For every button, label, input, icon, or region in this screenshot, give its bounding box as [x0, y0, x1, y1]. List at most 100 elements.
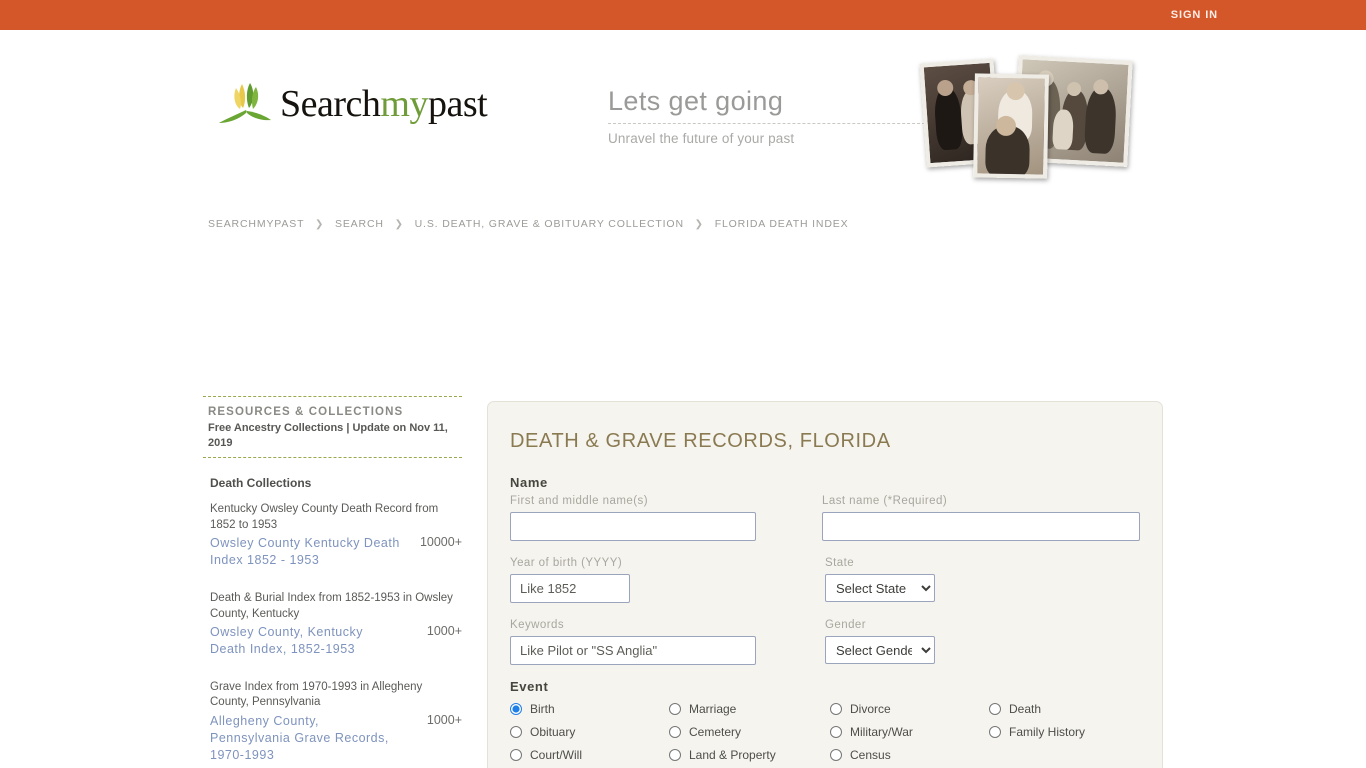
- event-option-death[interactable]: Death: [989, 702, 1140, 716]
- sidebar-category-title: Death Collections: [210, 475, 312, 490]
- event-radio-cemetery[interactable]: [669, 726, 681, 738]
- year-of-birth-group: Year of birth (YYYY): [510, 557, 825, 603]
- header-tagline: Lets get going Unravel the future of you…: [608, 86, 950, 146]
- sidebar-subtitle: Free Ancestry Collections | Update on No…: [208, 422, 448, 449]
- breadcrumb: SEARCHMYPAST ❯ SEARCH ❯ U.S. DEATH, GRAV…: [208, 218, 849, 230]
- top-utility-bar: SIGN IN: [0, 0, 1366, 30]
- event-option-cemetery[interactable]: Cemetery: [669, 725, 830, 739]
- year-of-birth-input[interactable]: [510, 574, 630, 603]
- collection-link[interactable]: Allegheny County, Pennsylvania Grave Rec…: [210, 713, 400, 763]
- logo-word-my: my: [380, 83, 428, 125]
- sidebar: RESOURCES & COLLECTIONS Free Ancestry Co…: [203, 396, 462, 768]
- event-option-family-history[interactable]: Family History: [989, 725, 1140, 739]
- keywords-gender-row: Keywords Gender Select Gender: [510, 619, 1140, 665]
- collection-link-row: Allegheny County, Pennsylvania Grave Rec…: [210, 713, 462, 763]
- event-label: Family History: [1009, 725, 1086, 739]
- breadcrumb-item-search[interactable]: SEARCH: [335, 218, 384, 230]
- event-option-land-property[interactable]: Land & Property: [669, 748, 830, 762]
- collection-link[interactable]: Owsley County, Kentucky Death Index, 185…: [210, 624, 400, 657]
- logo-word-past: past: [427, 83, 488, 125]
- event-radio-military-war[interactable]: [830, 726, 842, 738]
- event-radio-family-history[interactable]: [989, 726, 1001, 738]
- last-name-label: Last name (*Required): [822, 495, 948, 507]
- last-name-input[interactable]: [822, 512, 1140, 541]
- event-radio-census[interactable]: [830, 749, 842, 761]
- event-radio-obituary[interactable]: [510, 726, 522, 738]
- gender-label: Gender: [825, 619, 867, 631]
- search-form-panel: DEATH & GRAVE RECORDS, FLORIDA Name Firs…: [487, 401, 1163, 768]
- state-label: State: [825, 557, 855, 569]
- event-label: Marriage: [689, 702, 737, 716]
- event-label: Divorce: [850, 702, 891, 716]
- event-section: Event Birth Marriage Divorce Death Obitu…: [510, 679, 1140, 762]
- list-item: Kentucky Owsley County Death Record from…: [210, 502, 462, 569]
- event-label: Cemetery: [689, 725, 742, 739]
- event-option-birth[interactable]: Birth: [510, 702, 669, 716]
- event-option-court-will[interactable]: Court/Will: [510, 748, 669, 762]
- gender-group: Gender Select Gender: [825, 619, 1140, 665]
- year-of-birth-label: Year of birth (YYYY): [510, 557, 623, 569]
- first-name-input[interactable]: [510, 512, 756, 541]
- event-radio-death[interactable]: [989, 703, 1001, 715]
- tagline-headline: Lets get going: [608, 86, 950, 124]
- breadcrumb-item-home[interactable]: SEARCHMYPAST: [208, 218, 304, 230]
- event-radio-birth[interactable]: [510, 703, 522, 715]
- collection-link-row: Owsley County, Kentucky Death Index, 185…: [210, 624, 462, 657]
- collection-description: Death & Burial Index from 1852-1953 in O…: [210, 591, 453, 620]
- breadcrumb-separator-icon: ❯: [394, 219, 404, 230]
- collection-record-count: 10000+: [419, 535, 462, 550]
- last-name-group: Last name (*Required): [822, 495, 1140, 541]
- event-radio-divorce[interactable]: [830, 703, 842, 715]
- collection-record-count: 1000+: [426, 624, 462, 639]
- site-logo[interactable]: Searchmypast: [216, 78, 488, 130]
- name-row: First and middle name(s) Last name (*Req…: [510, 495, 1140, 541]
- event-grid-filler: [989, 748, 1140, 762]
- event-label: Death: [1009, 702, 1042, 716]
- collection-link[interactable]: Owsley County Kentucky Death Index 1852 …: [210, 535, 400, 568]
- event-radio-land-property[interactable]: [669, 749, 681, 761]
- breadcrumb-separator-icon: ❯: [314, 219, 325, 230]
- event-radio-group: Birth Marriage Divorce Death Obituary Ce…: [510, 702, 1140, 762]
- event-option-obituary[interactable]: Obituary: [510, 725, 669, 739]
- keywords-group: Keywords: [510, 619, 825, 665]
- gender-select[interactable]: Select Gender: [825, 636, 935, 664]
- collection-link-row: Owsley County Kentucky Death Index 1852 …: [210, 535, 462, 568]
- event-label: Land & Property: [689, 748, 776, 762]
- logo-word-search: Search: [280, 83, 381, 125]
- list-item: Death & Burial Index from 1852-1953 in O…: [210, 591, 462, 658]
- page-title: DEATH & GRAVE RECORDS, FLORIDA: [510, 430, 891, 452]
- first-name-label: First and middle name(s): [510, 495, 648, 507]
- event-label: Census: [850, 748, 891, 762]
- sign-in-link[interactable]: SIGN IN: [1171, 9, 1218, 21]
- event-label: Obituary: [530, 725, 576, 739]
- sidebar-divider-bottom: [203, 456, 462, 458]
- state-group: State Select State: [825, 557, 1140, 603]
- state-select[interactable]: Select State: [825, 574, 935, 602]
- collection-description: Grave Index from 1970-1993 in Allegheny …: [210, 680, 423, 709]
- event-label: Birth: [530, 702, 555, 716]
- name-section-heading: Name: [510, 475, 548, 490]
- event-radio-marriage[interactable]: [669, 703, 681, 715]
- keywords-input[interactable]: [510, 636, 756, 665]
- sidebar-title: RESOURCES & COLLECTIONS: [208, 406, 404, 418]
- collection-record-count: 1000+: [426, 713, 462, 728]
- first-name-group: First and middle name(s): [510, 495, 822, 541]
- event-option-military-war[interactable]: Military/War: [830, 725, 989, 739]
- event-label: Military/War: [850, 725, 913, 739]
- collection-description: Kentucky Owsley County Death Record from…: [210, 502, 439, 531]
- event-radio-court-will[interactable]: [510, 749, 522, 761]
- breadcrumb-item-collection[interactable]: U.S. DEATH, GRAVE & OBITUARY COLLECTION: [415, 218, 684, 230]
- list-item: Grave Index from 1970-1993 in Allegheny …: [210, 680, 462, 764]
- birth-state-row: Year of birth (YYYY) State Select State: [510, 557, 1140, 603]
- vintage-photo-collage: [908, 55, 1168, 196]
- sidebar-header: RESOURCES & COLLECTIONS Free Ancestry Co…: [203, 397, 462, 457]
- keywords-label: Keywords: [510, 619, 565, 631]
- event-option-divorce[interactable]: Divorce: [830, 702, 989, 716]
- event-option-marriage[interactable]: Marriage: [669, 702, 830, 716]
- event-option-census[interactable]: Census: [830, 748, 989, 762]
- breadcrumb-separator-icon: ❯: [694, 219, 704, 230]
- vintage-photo-couple: [973, 73, 1049, 179]
- breadcrumb-item-current[interactable]: FLORIDA DEATH INDEX: [715, 218, 849, 230]
- site-header: Searchmypast Lets get going Unravel the …: [0, 30, 1366, 230]
- leaf-logo-icon: [219, 83, 271, 123]
